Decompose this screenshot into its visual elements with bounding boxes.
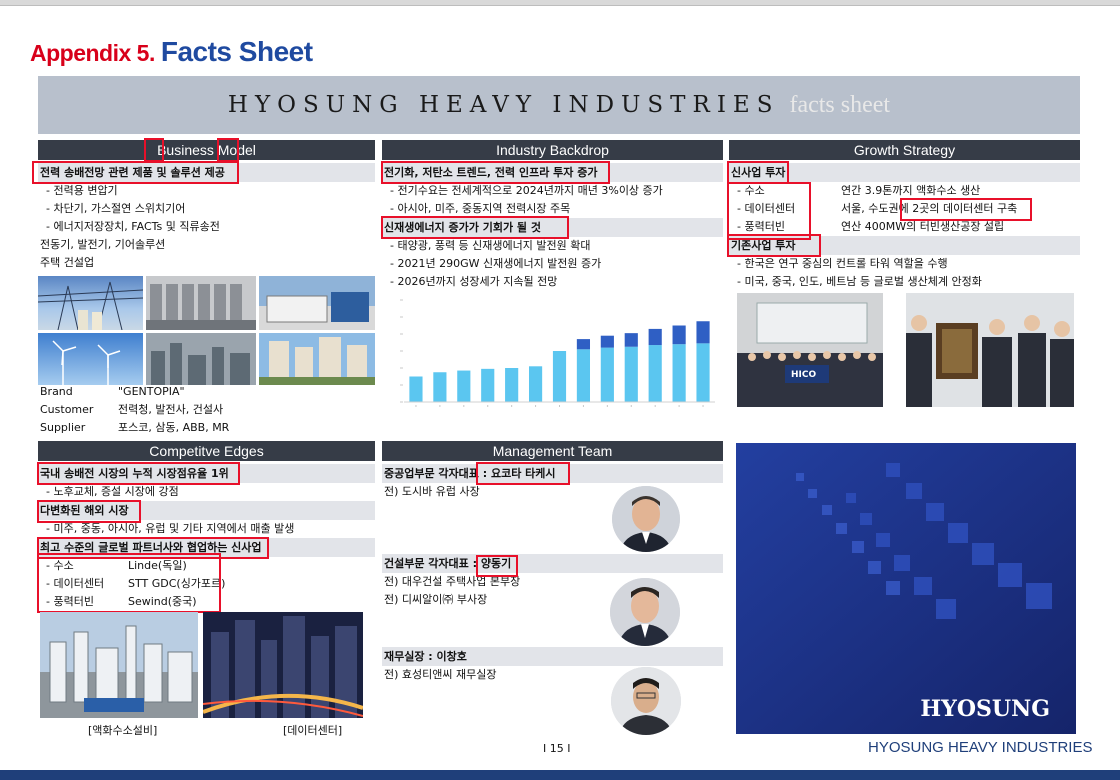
fact-row: Customer 전력청, 발전사, 건설사	[38, 401, 375, 419]
chart-bar	[528, 366, 543, 402]
photo-substation	[38, 276, 143, 330]
chart-bar	[481, 368, 495, 402]
caption-hydrogen: [액화수소설비]	[88, 724, 158, 737]
highlight-box	[381, 161, 610, 184]
business-model-header: Business Model	[38, 140, 375, 160]
highlight-box	[37, 462, 240, 485]
list-item: - 차단기, 가스절연 스위치기어	[46, 202, 186, 215]
mgmt-person2-note1: 전) 대우건설 주택사업 본부장	[384, 575, 521, 588]
facts-banner: HYOSUNG HEAVY INDUSTRIES facts sheet	[38, 76, 1080, 134]
bottom-bar	[0, 770, 1120, 780]
industry-header: Industry Backdrop	[382, 140, 723, 160]
chart-bar-segment	[672, 325, 686, 345]
highlight-box	[727, 161, 789, 184]
footer-company: HYOSUNG HEAVY INDUSTRIES	[868, 739, 1093, 756]
business-facts: Brand "GENTOPIA" Customer 전력청, 발전사, 건설사 Su…	[38, 383, 375, 437]
photo-wind-turbines	[38, 333, 143, 385]
chart-bar	[433, 372, 447, 402]
chart-bar-segment	[600, 335, 614, 348]
highlight-box	[476, 555, 518, 577]
chart-bar	[648, 345, 662, 402]
renewables-chart	[382, 292, 723, 416]
banner-company: HYOSUNG HEAVY INDUSTRIES	[227, 92, 780, 118]
title-main: Facts Sheet	[160, 36, 313, 67]
highlight-box	[476, 462, 570, 485]
chart-bar-segment	[576, 339, 591, 350]
fact-key: Supplier	[40, 421, 86, 434]
highlight-box	[900, 198, 1032, 221]
avatar-person3	[611, 667, 681, 735]
mgmt-person3-title: 재무실장 : 이창호	[382, 647, 723, 666]
list-item: 전동기, 발전기, 기어솔루션	[40, 238, 166, 251]
chart-bar	[505, 368, 519, 402]
photo-switchgear	[146, 276, 256, 330]
highlight-box	[727, 182, 811, 240]
list-item: - 한국은 연구 중심의 컨트롤 타워 역할을 수행	[737, 257, 948, 270]
fact-key: Brand	[40, 385, 73, 398]
fact-value: 전력청, 발전사, 건설사	[118, 403, 224, 416]
chart-bar	[409, 376, 423, 402]
avatar-person2	[610, 578, 680, 646]
list-item: - 2026년까지 성장세가 지속될 전망	[390, 275, 558, 288]
top-divider	[0, 0, 1120, 6]
fact-row: Supplier 포스코, 삼동, ABB, MR	[38, 419, 375, 437]
fact-value: 포스코, 삼동, ABB, MR	[118, 421, 230, 434]
highlight-box	[32, 161, 239, 184]
mgmt-person2-title: 건설부문 각자대표 : 양동기	[382, 554, 723, 573]
highlight-box	[727, 234, 821, 257]
chart-bar-segment	[624, 333, 638, 347]
list-item: - 2021년 290GW 신재생에너지 발전원 증가	[390, 257, 602, 270]
list-item: 주택 건설업	[40, 256, 95, 269]
fact-value: "GENTOPIA"	[118, 385, 185, 398]
chart-bar	[576, 349, 591, 402]
fact-key: Customer	[40, 403, 94, 416]
highlight-box	[217, 138, 239, 162]
page-number: I 15 I	[543, 742, 571, 755]
chart-bar	[457, 370, 471, 402]
hico-sign: HICO	[791, 370, 817, 380]
photo-apartments	[259, 333, 375, 385]
photo-hydrogen-plant	[40, 612, 198, 718]
management-header: Management Team	[382, 441, 723, 461]
chart-bar	[552, 351, 567, 402]
chart-bar	[624, 346, 638, 402]
list-item: - 미국, 중국, 인도, 베트남 등 글로벌 생산체계 안정화	[737, 275, 982, 288]
list-item: - 노후교체, 증설 시장에 강점	[46, 485, 179, 498]
chart-bar	[696, 343, 710, 402]
photo-award-ceremony	[906, 293, 1074, 407]
avatar-person1	[612, 486, 680, 552]
chart-bar-segment	[696, 321, 710, 344]
highlight-box	[37, 553, 221, 613]
competitive-header: Competitve Edges	[38, 441, 375, 461]
page-title: Appendix 5. Facts Sheet	[30, 36, 313, 68]
fact-row: Brand "GENTOPIA"	[38, 383, 375, 401]
photo-data-center-city	[203, 612, 363, 718]
highlight-box	[37, 500, 141, 523]
photo-hico-team: HICO	[737, 293, 883, 407]
photo-city-aerial	[146, 333, 256, 385]
highlight-box	[381, 216, 569, 239]
title-prefix: Appendix 5.	[30, 40, 155, 66]
list-item: - 태양광, 풍력 등 신재생에너지 발전원 확대	[390, 239, 591, 252]
chart-bar	[600, 347, 614, 402]
caption-datacenter: [데이터센터]	[283, 724, 343, 737]
brand-panel: HYOSUNG	[736, 443, 1076, 734]
list-item: - 전기수요는 전세계적으로 2024년까지 매년 3%이상 증가	[390, 184, 663, 197]
photo-energy-storage	[259, 276, 375, 330]
highlight-box	[144, 138, 164, 162]
chart-bar-segment	[648, 328, 662, 346]
growth-header: Growth Strategy	[729, 140, 1080, 160]
list-item: - 전력용 변압기	[46, 184, 118, 197]
banner-subtitle: facts sheet	[789, 92, 891, 118]
business-model-section: Business Model 전력 송배전망 관련 제품 및 솔루션 제공 - …	[38, 140, 375, 272]
list-item: - 에너지저장장치, FACTs 및 직류송전	[46, 220, 220, 233]
hyosung-logo: HYOSUNG	[920, 696, 1050, 722]
chart-bar	[672, 344, 686, 402]
